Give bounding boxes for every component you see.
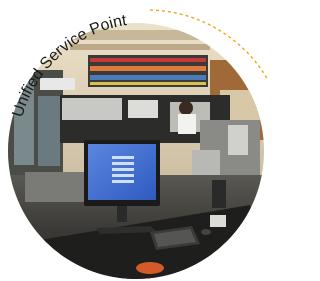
equipment-rack xyxy=(228,125,248,155)
ceiling-beam xyxy=(70,44,210,50)
glass-door xyxy=(38,96,60,166)
mouse xyxy=(201,229,211,235)
desk-phone xyxy=(212,180,226,208)
monitor-stand xyxy=(117,206,127,222)
back-shelves xyxy=(88,55,208,87)
service-point-badge: Unified Service Point xyxy=(8,9,269,279)
paper-note xyxy=(210,215,226,227)
orange-object xyxy=(136,262,164,274)
sign-panel xyxy=(40,78,75,90)
library-photo xyxy=(8,23,264,279)
monitor-screen xyxy=(88,144,156,200)
